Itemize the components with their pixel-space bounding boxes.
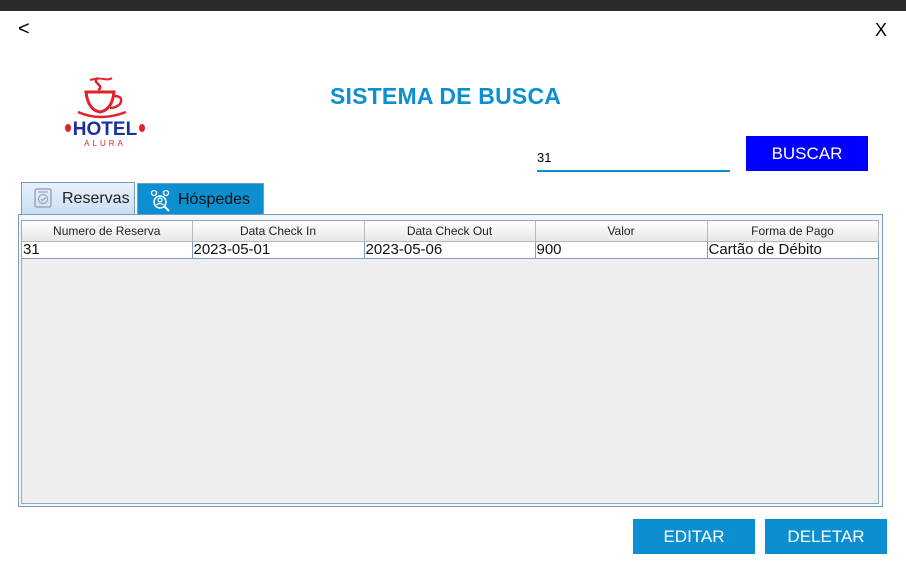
table-cell[interactable]: Cartão de Débito: [707, 241, 879, 259]
tab-reservas[interactable]: Reservas: [21, 182, 135, 215]
table-cell[interactable]: 2023-05-06: [364, 241, 536, 259]
table-row[interactable]: 31 2023-05-01 2023-05-06 900 Cartão de D…: [22, 241, 879, 259]
edit-button[interactable]: EDITAR: [633, 519, 755, 554]
hotel-logo: HOTEL ALURA: [60, 72, 150, 152]
back-button[interactable]: <: [18, 19, 30, 39]
tab-hospedes[interactable]: Hóspedes: [137, 183, 264, 215]
hotel-logo-cup-icon: HOTEL ALURA: [65, 76, 145, 148]
guests-search-icon: [148, 188, 172, 212]
tab-reservas-label: Reservas: [62, 190, 130, 207]
search-button[interactable]: BUSCAR: [746, 136, 868, 171]
column-header-numero-reserva[interactable]: Numero de Reserva: [22, 221, 193, 242]
delete-button[interactable]: DELETAR: [765, 519, 887, 554]
window-titlebar: [0, 0, 906, 11]
reservations-table-scrollpane[interactable]: Numero de Reserva Data Check In Data Che…: [21, 220, 879, 504]
column-header-forma-pago[interactable]: Forma de Pago: [707, 221, 879, 242]
column-header-valor[interactable]: Valor: [535, 221, 708, 242]
table-cell[interactable]: 31: [22, 241, 193, 259]
table-header-row: Numero de Reserva Data Check In Data Che…: [22, 221, 879, 242]
search-input[interactable]: [537, 141, 730, 172]
page-title: SISTEMA DE BUSCA: [330, 83, 562, 109]
column-header-check-in[interactable]: Data Check In: [192, 221, 365, 242]
table-cell[interactable]: 2023-05-01: [192, 241, 365, 259]
table-cell[interactable]: 900: [535, 241, 708, 259]
column-header-check-out[interactable]: Data Check Out: [364, 221, 536, 242]
logo-text: HOTEL: [73, 119, 138, 140]
reservations-table[interactable]: Numero de Reserva Data Check In Data Che…: [22, 221, 879, 259]
tab-hospedes-label: Hóspedes: [178, 190, 251, 208]
logo-subtext: ALURA: [84, 139, 126, 148]
reservation-document-icon: [32, 187, 56, 211]
close-button[interactable]: X: [875, 21, 887, 39]
